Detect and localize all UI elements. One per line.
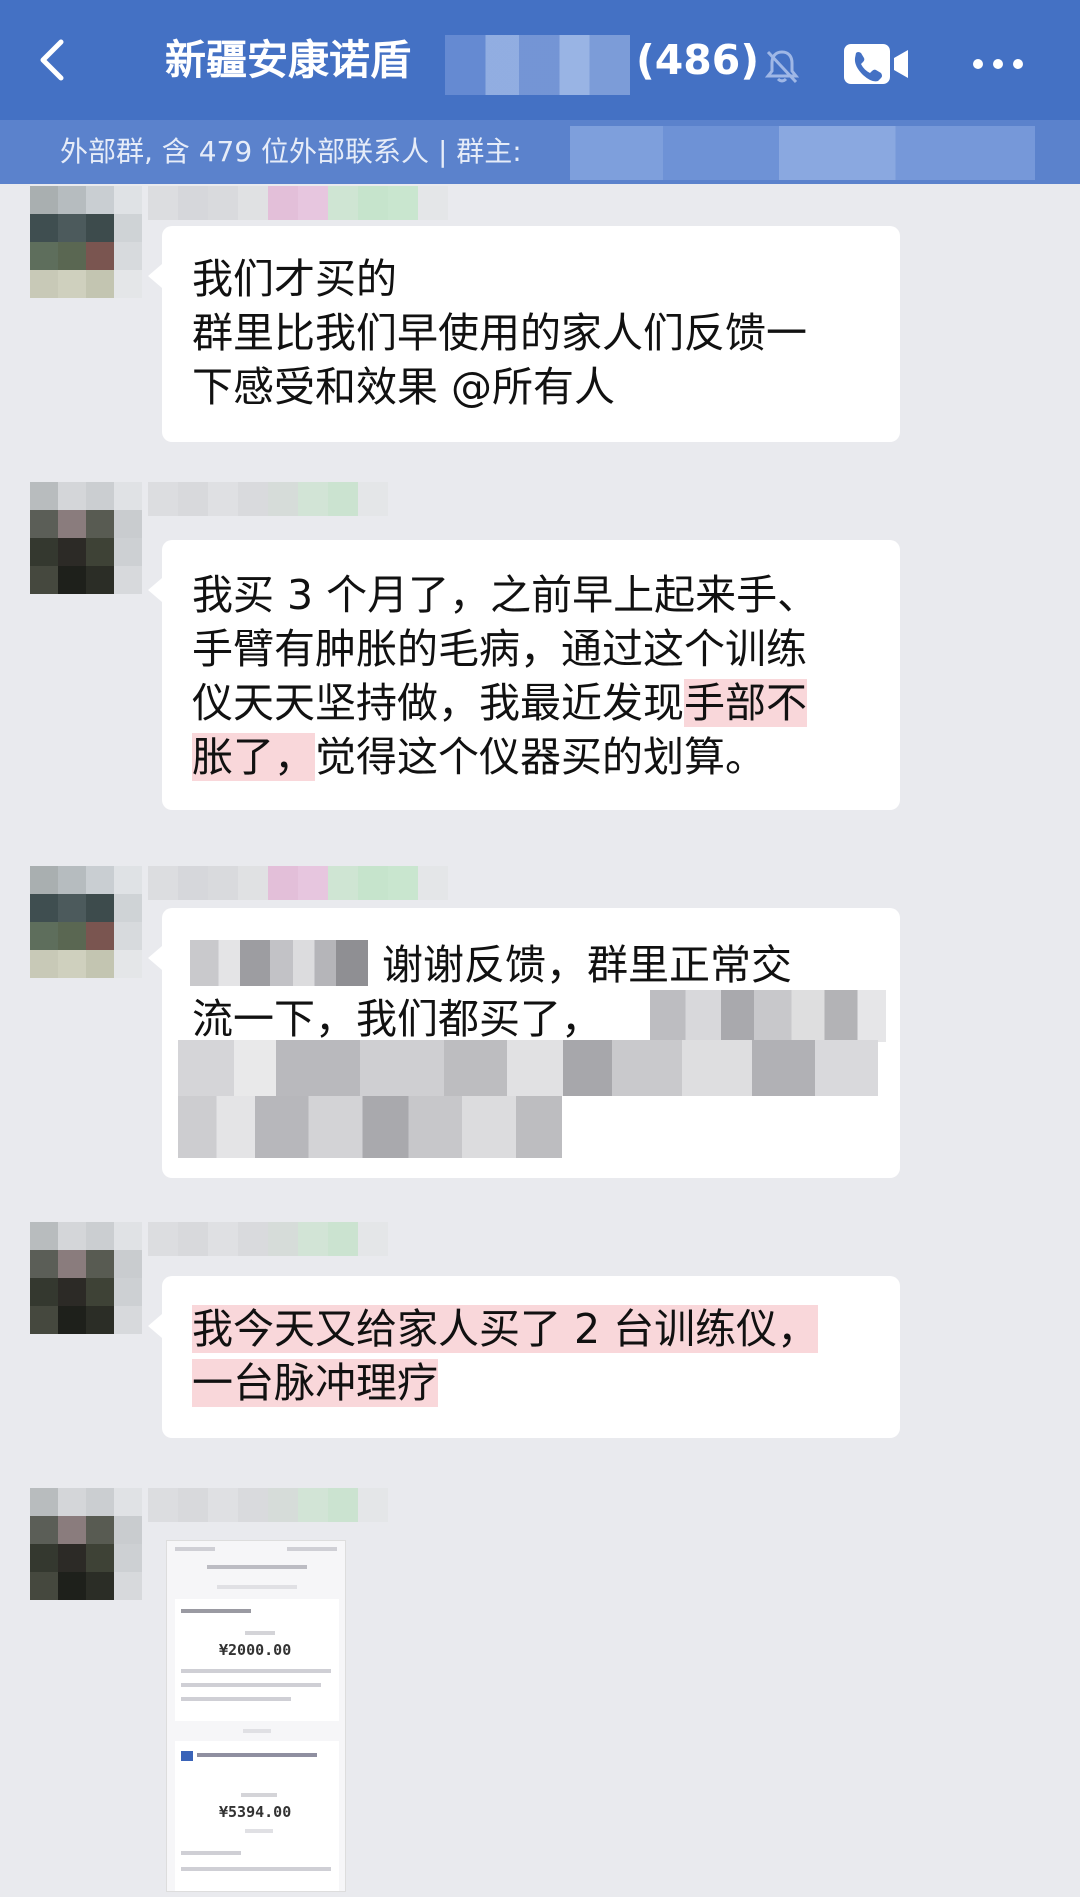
message-text: 觉得这个仪器买的划算。: [315, 733, 766, 781]
group-title: 新疆安康诺盾: [165, 36, 411, 84]
avatar[interactable]: [30, 866, 142, 978]
chat-header: 新疆安康诺盾 (486): [0, 0, 1080, 120]
highlighted-text: 手部不: [684, 679, 807, 727]
group-title-redacted: [445, 35, 630, 95]
message-line: 胀了，觉得这个仪器买的划算。: [192, 730, 870, 784]
sender-name-redacted: [148, 1488, 388, 1522]
avatar[interactable]: [30, 1222, 142, 1334]
message-line: 下感受和效果 @所有人: [192, 363, 616, 411]
avatar[interactable]: [30, 482, 142, 594]
bell-muted-icon: [764, 50, 800, 84]
more-icon[interactable]: [968, 44, 1028, 84]
message-bubble[interactable]: 我们才买的 群里比我们早使用的家人们反馈一 下感受和效果 @所有人: [148, 226, 900, 442]
owner-name-redacted: [570, 126, 1035, 180]
avatar[interactable]: [30, 1488, 142, 1600]
sender-name-redacted: [148, 186, 448, 220]
payment-amount: ¥5394.00: [219, 1803, 292, 1821]
message-bubble[interactable]: 我买 3 个月了，之前早上起来手、 手臂有肿胀的毛病，通过这个训练 仪天天坚持做…: [148, 540, 900, 810]
message-line: 我买 3 个月了，之前早上起来手、: [192, 571, 819, 619]
sender-name-redacted: [148, 866, 448, 900]
mention-redacted: [190, 940, 368, 986]
message-bubble[interactable]: 我今天又给家人买了 2 台训练仪， 一台脉冲理疗: [148, 1276, 900, 1438]
member-count: (486): [636, 36, 760, 84]
payment-amount: ¥2000.00: [219, 1641, 292, 1659]
highlighted-text: 胀了，: [192, 733, 315, 781]
group-info-text: 外部群, 含 479 位外部联系人 | 群主:: [60, 135, 522, 168]
message-line: 仪天天坚持做，我最近发现手部不: [192, 676, 870, 730]
sender-name-redacted: [148, 1222, 388, 1256]
message-text: 谢谢反馈，群里正常交: [382, 941, 792, 989]
image-message-thumbnail[interactable]: ¥2000.00 ¥5394.00: [166, 1540, 346, 1892]
message-line: 我们才买的: [192, 255, 397, 303]
message-line: 一台脉冲理疗: [192, 1356, 870, 1410]
message-text: 仪天天坚持做，我最近发现: [192, 679, 684, 727]
sender-name-redacted: [148, 482, 388, 516]
highlighted-text: 一台脉冲理疗: [192, 1359, 438, 1407]
back-button[interactable]: [30, 38, 74, 82]
phone-video-call-icon[interactable]: [842, 40, 912, 88]
text-redacted: [178, 1040, 878, 1096]
text-redacted: [178, 1096, 562, 1158]
text-redacted: [650, 990, 886, 1042]
message-line: 群里比我们早使用的家人们反馈一: [192, 309, 807, 357]
chevron-left-icon: [40, 39, 64, 81]
avatar[interactable]: [30, 186, 142, 298]
message-line: 手臂有肿胀的毛病，通过这个训练: [192, 625, 807, 673]
message-line: 我今天又给家人买了 2 台训练仪，: [192, 1302, 870, 1356]
highlighted-text: 我今天又给家人买了 2 台训练仪，: [192, 1305, 819, 1353]
